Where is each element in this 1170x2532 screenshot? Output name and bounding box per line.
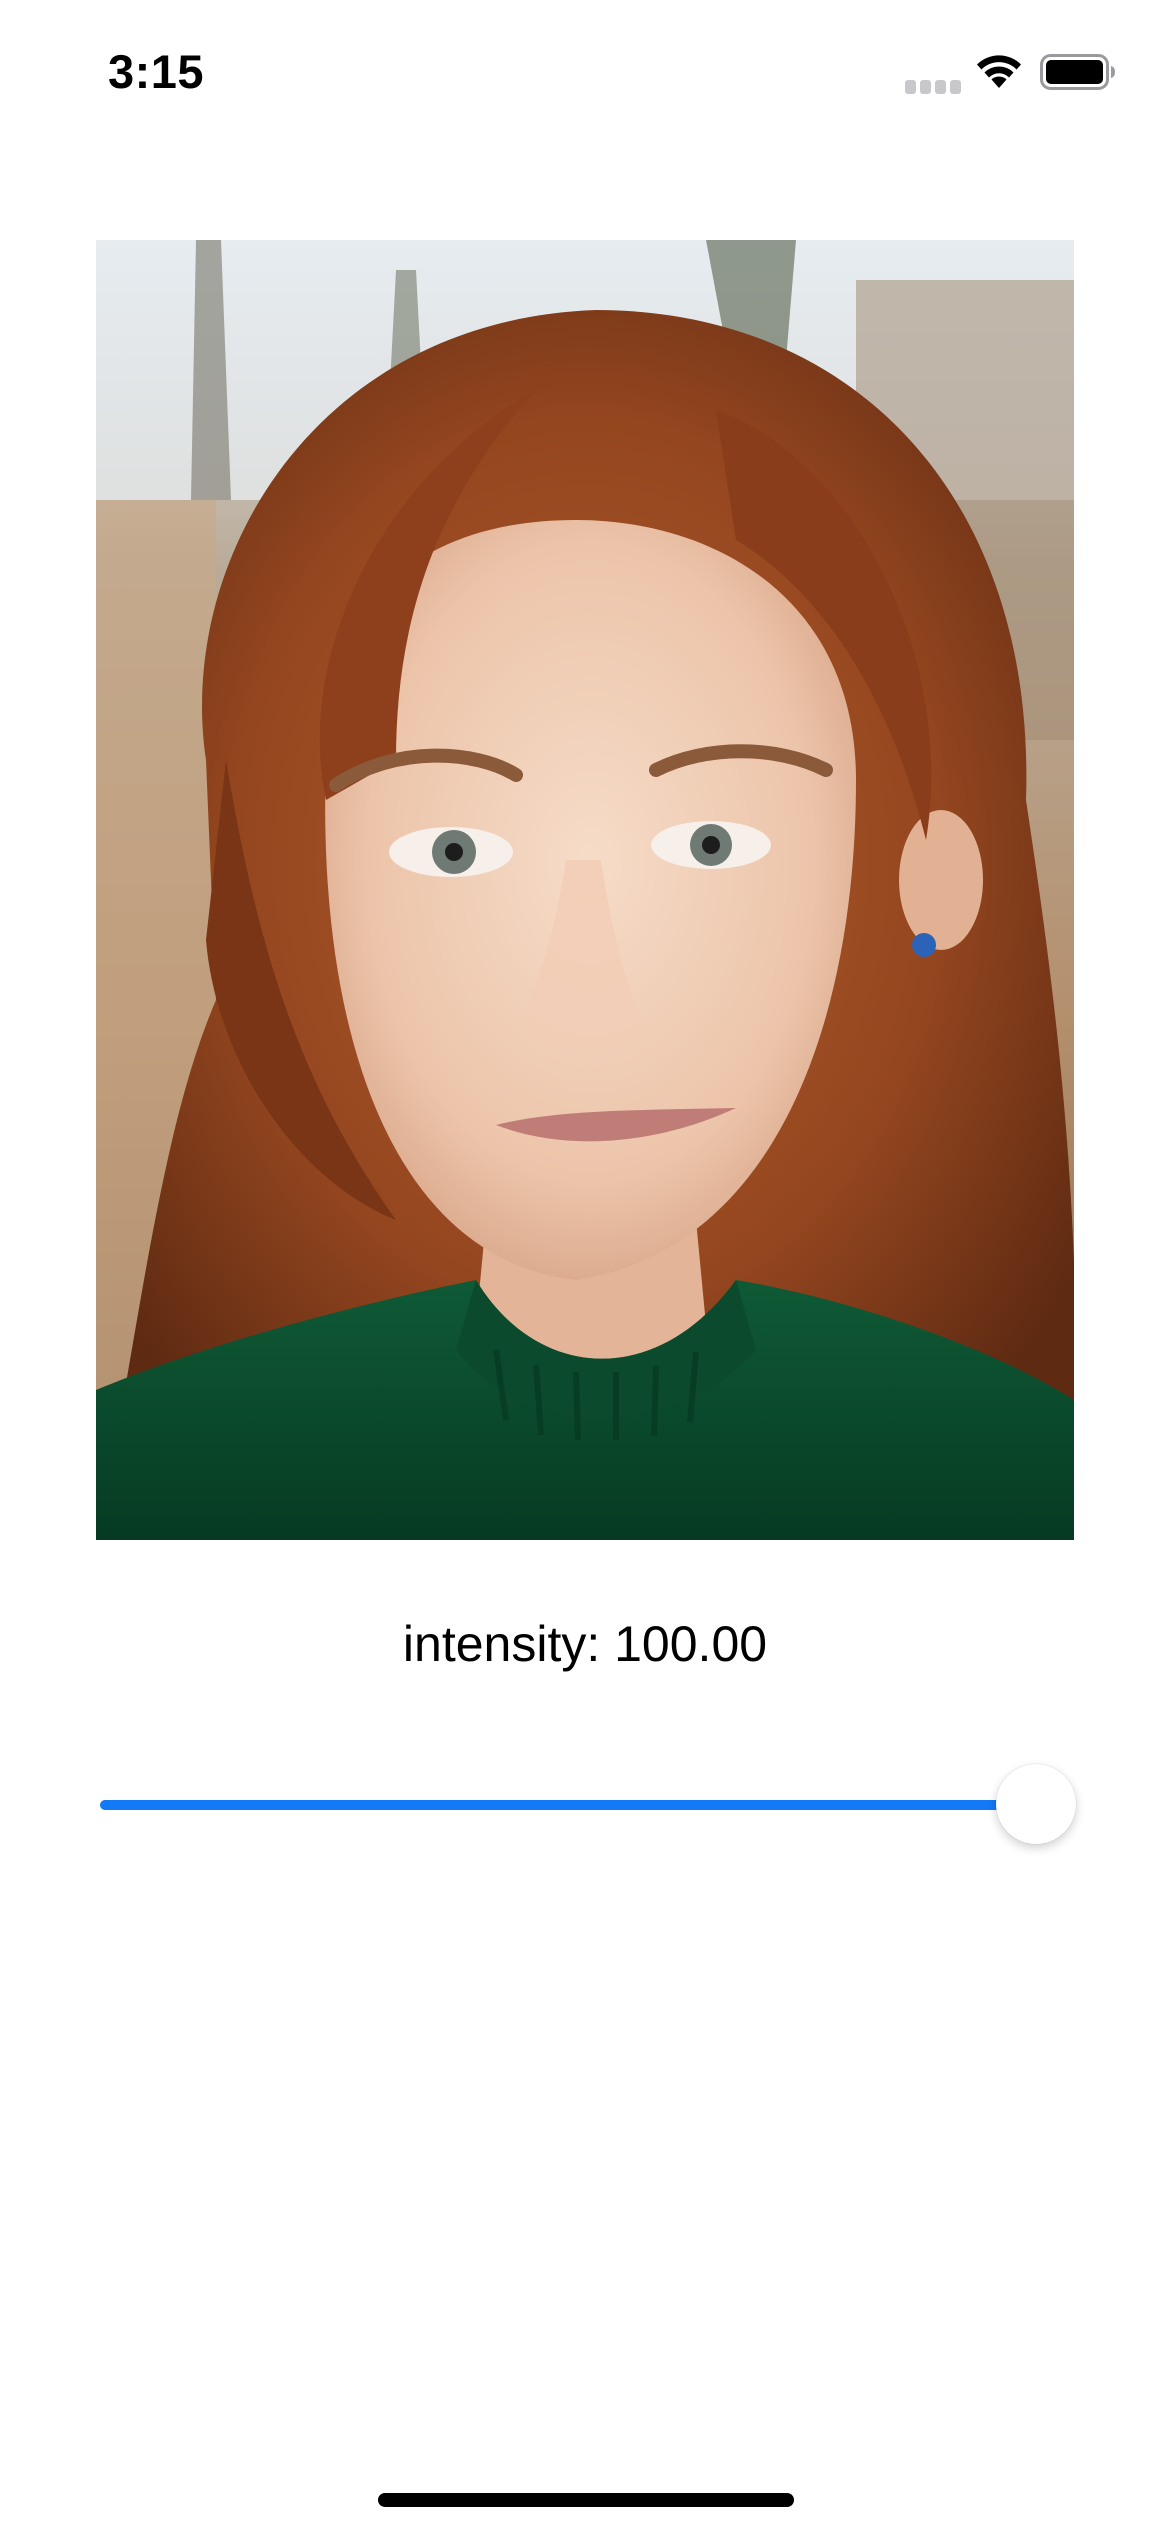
battery-icon bbox=[1040, 54, 1115, 90]
home-indicator[interactable] bbox=[378, 2493, 794, 2507]
portrait-photo-image bbox=[96, 240, 1074, 1540]
slider-track[interactable] bbox=[100, 1800, 1036, 1810]
status-time: 3:15 bbox=[108, 45, 205, 98]
cellular-signal-icon bbox=[905, 80, 961, 94]
status-bar: 3:15 bbox=[0, 0, 1170, 150]
intensity-slider[interactable] bbox=[96, 1760, 1076, 1850]
wifi-icon bbox=[977, 55, 1021, 88]
intensity-label: intensity: 100.00 bbox=[402, 1616, 768, 1672]
slider-thumb[interactable] bbox=[996, 1764, 1076, 1844]
slider-fill bbox=[100, 1800, 1036, 1810]
portrait-photo bbox=[96, 240, 1074, 1540]
